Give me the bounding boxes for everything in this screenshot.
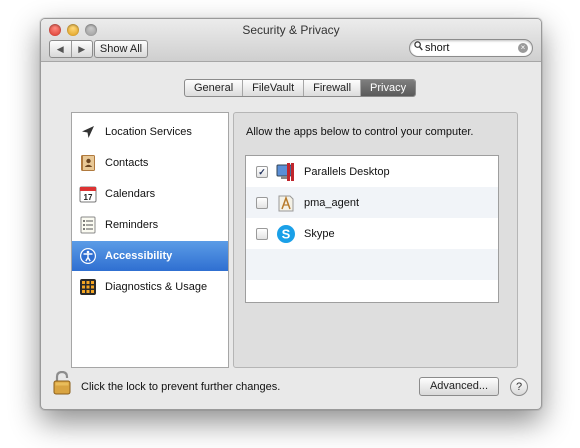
sidebar-item-label: Calendars <box>105 188 156 200</box>
sidebar-item-calendars[interactable]: 17 Calendars <box>72 179 228 209</box>
app-row-empty <box>246 249 498 280</box>
show-all-button[interactable]: Show All <box>94 40 148 58</box>
forward-icon[interactable]: ▶ <box>72 41 93 57</box>
advanced-button[interactable]: Advanced... <box>419 377 499 396</box>
contacts-book-icon <box>78 153 98 173</box>
window-title: Security & Privacy <box>242 23 340 37</box>
app-checkbox[interactable] <box>256 196 268 209</box>
app-checkbox[interactable] <box>256 227 268 240</box>
app-name: Parallels Desktop <box>304 165 390 178</box>
back-forward-control: ◀ ▶ <box>49 40 93 58</box>
tab-bar: General FileVault Firewall Privacy <box>184 79 417 97</box>
svg-text:S: S <box>282 226 291 241</box>
sidebar-item-location-services[interactable]: Location Services <box>72 117 228 147</box>
title-bar: Security & Privacy ◀ ▶ Show All × <box>41 19 541 62</box>
reminders-list-icon <box>78 215 98 235</box>
accessibility-pane: Allow the apps below to control your com… <box>233 112 518 368</box>
diagnostics-grid-icon <box>78 277 98 297</box>
back-icon[interactable]: ◀ <box>50 41 72 57</box>
app-row-skype: S Skype <box>246 218 498 249</box>
search-input[interactable] <box>425 41 509 54</box>
tab-filevault[interactable]: FileVault <box>243 80 305 96</box>
skype-icon: S <box>276 224 296 244</box>
app-row-parallels-desktop: ✓ Parallels Desktop <box>246 156 498 187</box>
app-name: pma_agent <box>304 196 360 209</box>
lock-message: Click the lock to prevent further change… <box>81 381 281 393</box>
unlocked-padlock-icon <box>53 370 71 395</box>
app-name: Skype <box>304 227 335 240</box>
app-list: ✓ Parallels Desktop pma_agent S Skype <box>245 155 499 303</box>
clear-search-icon[interactable]: × <box>518 43 528 53</box>
sidebar-item-diagnostics-usage[interactable]: Diagnostics & Usage <box>72 272 228 302</box>
sidebar-item-contacts[interactable]: Contacts <box>72 148 228 178</box>
lock-button[interactable] <box>53 370 73 395</box>
tab-firewall[interactable]: Firewall <box>304 80 362 96</box>
calendar-day-number: 17 <box>84 193 93 202</box>
sidebar-item-accessibility[interactable]: Accessibility <box>72 241 228 271</box>
calendar-icon: 17 <box>78 184 98 204</box>
pane-instruction: Allow the apps below to control your com… <box>246 126 474 138</box>
help-button[interactable]: ? <box>510 378 528 396</box>
sidebar-item-label: Accessibility <box>105 250 173 262</box>
sidebar-item-label: Location Services <box>105 126 192 138</box>
tab-privacy[interactable]: Privacy <box>361 80 416 96</box>
sidebar-item-label: Contacts <box>105 157 149 169</box>
search-icon <box>414 41 423 54</box>
sidebar-item-reminders[interactable]: Reminders <box>72 210 228 240</box>
parallels-desktop-icon <box>276 162 296 182</box>
security-privacy-window: Security & Privacy ◀ ▶ Show All × Genera… <box>40 18 542 410</box>
sidebar-item-label: Diagnostics & Usage <box>105 281 208 293</box>
accessibility-icon <box>78 246 98 266</box>
app-checkbox[interactable]: ✓ <box>256 165 268 178</box>
app-row-pma-agent: pma_agent <box>246 187 498 218</box>
privacy-category-list: Location Services Contacts 17 Calendars … <box>71 112 229 368</box>
tab-general[interactable]: General <box>185 80 244 96</box>
sidebar-item-label: Reminders <box>105 219 159 231</box>
search-field[interactable]: × <box>409 39 533 57</box>
pma-agent-icon <box>276 193 296 213</box>
location-arrow-icon <box>78 122 98 142</box>
